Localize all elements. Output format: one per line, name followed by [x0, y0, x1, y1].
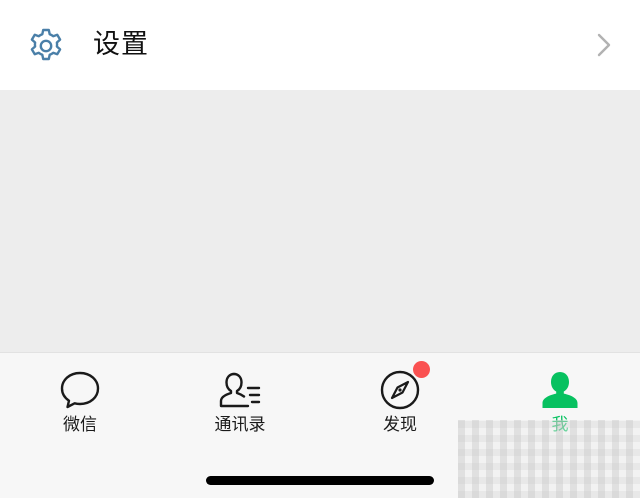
empty-area	[0, 90, 640, 352]
tab-label: 微信	[63, 415, 97, 435]
settings-label: 设置	[93, 29, 149, 60]
person-icon	[542, 372, 578, 408]
gear-icon	[30, 28, 62, 61]
tab-label: 通讯录	[214, 415, 266, 435]
contacts-icon	[219, 372, 261, 408]
settings-row[interactable]: 设置	[0, 0, 640, 90]
pixelated-watermark	[458, 420, 640, 498]
tab-discover[interactable]: 发现	[320, 353, 480, 453]
chevron-right-icon	[597, 33, 611, 57]
tab-chats[interactable]: 微信	[0, 353, 160, 453]
chat-bubble-icon	[60, 371, 100, 409]
tab-label: 发现	[383, 415, 417, 435]
discover-badge	[413, 361, 430, 378]
home-indicator[interactable]	[206, 476, 434, 485]
tab-contacts[interactable]: 通讯录	[160, 353, 320, 453]
